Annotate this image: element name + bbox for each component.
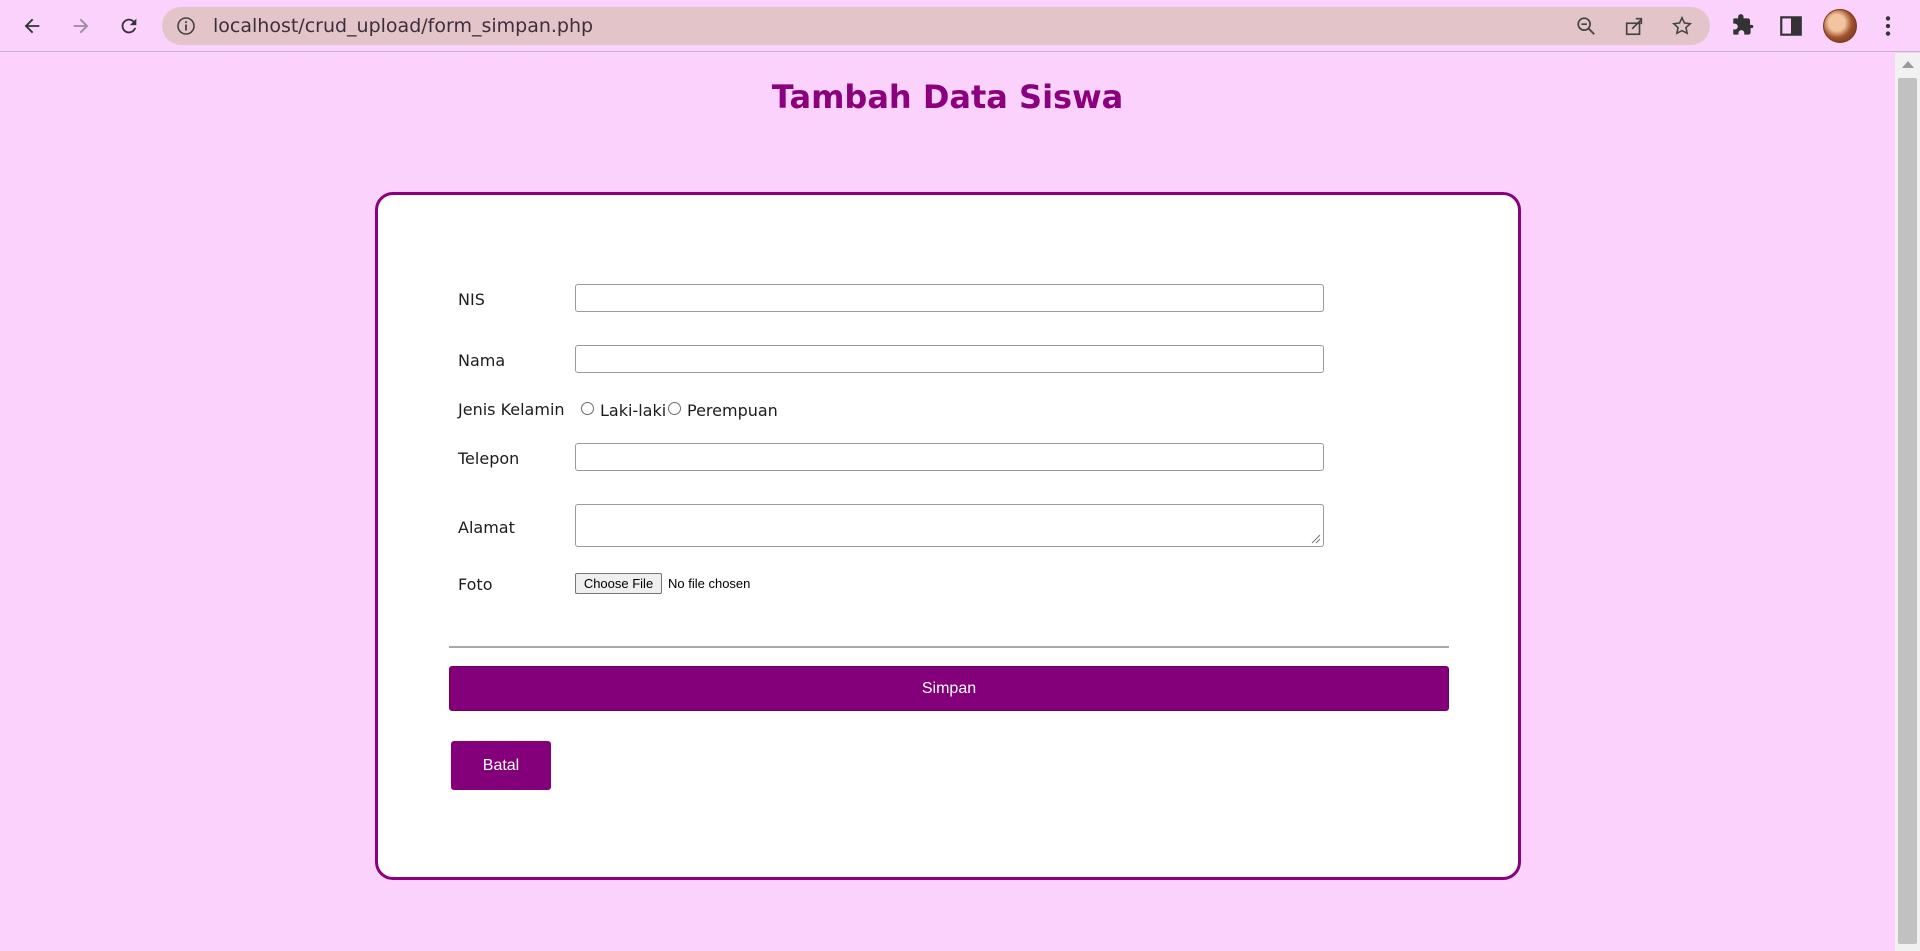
url-text[interactable]: localhost/crud_upload/form_simpan.php [213,15,593,37]
share-icon[interactable] [1623,15,1645,37]
resize-handle-icon[interactable] [1311,534,1321,544]
radio-perempuan[interactable] [668,402,681,415]
gender-label: Jenis Kelamin [458,400,565,419]
profile-avatar[interactable] [1823,9,1857,43]
file-status-text: No file chosen [668,576,751,591]
form-card: NIS Nama Jenis Kelamin Laki-laki Perempu… [375,192,1521,880]
nama-input[interactable] [575,345,1324,373]
scroll-thumb[interactable] [1898,78,1917,944]
nis-label: NIS [458,290,485,309]
zoom-icon[interactable] [1575,15,1597,37]
foto-label: Foto [458,575,493,594]
telepon-label: Telepon [458,449,520,468]
reload-icon[interactable] [113,10,145,42]
scroll-up-arrow-icon[interactable] [1902,61,1914,68]
vertical-scrollbar[interactable] [1895,53,1920,951]
site-info-icon[interactable] [176,16,196,36]
batal-button[interactable]: Batal [451,741,551,790]
alamat-textarea[interactable] [575,504,1324,547]
nama-label: Nama [458,351,506,370]
browser-toolbar: localhost/crud_upload/form_simpan.php [0,0,1920,52]
radio-laki-laki-label[interactable]: Laki-laki [600,401,666,420]
address-bar[interactable]: localhost/crud_upload/form_simpan.php [162,7,1710,45]
nis-input[interactable] [575,284,1324,312]
side-panel-icon[interactable] [1778,13,1804,39]
simpan-button[interactable]: Simpan [449,666,1449,711]
bookmark-star-icon[interactable] [1671,15,1693,37]
extensions-icon[interactable] [1730,13,1756,39]
back-icon[interactable] [16,10,48,42]
choose-file-button[interactable]: Choose File [575,573,662,594]
telepon-input[interactable] [575,443,1324,471]
forward-icon[interactable] [65,10,97,42]
page-title: Tambah Data Siswa [771,78,1124,116]
radio-perempuan-label[interactable]: Perempuan [687,401,778,420]
alamat-label: Alamat [458,518,515,537]
radio-laki-laki[interactable] [581,402,594,415]
menu-kebab-icon[interactable] [1875,13,1901,39]
form-divider [449,646,1449,648]
